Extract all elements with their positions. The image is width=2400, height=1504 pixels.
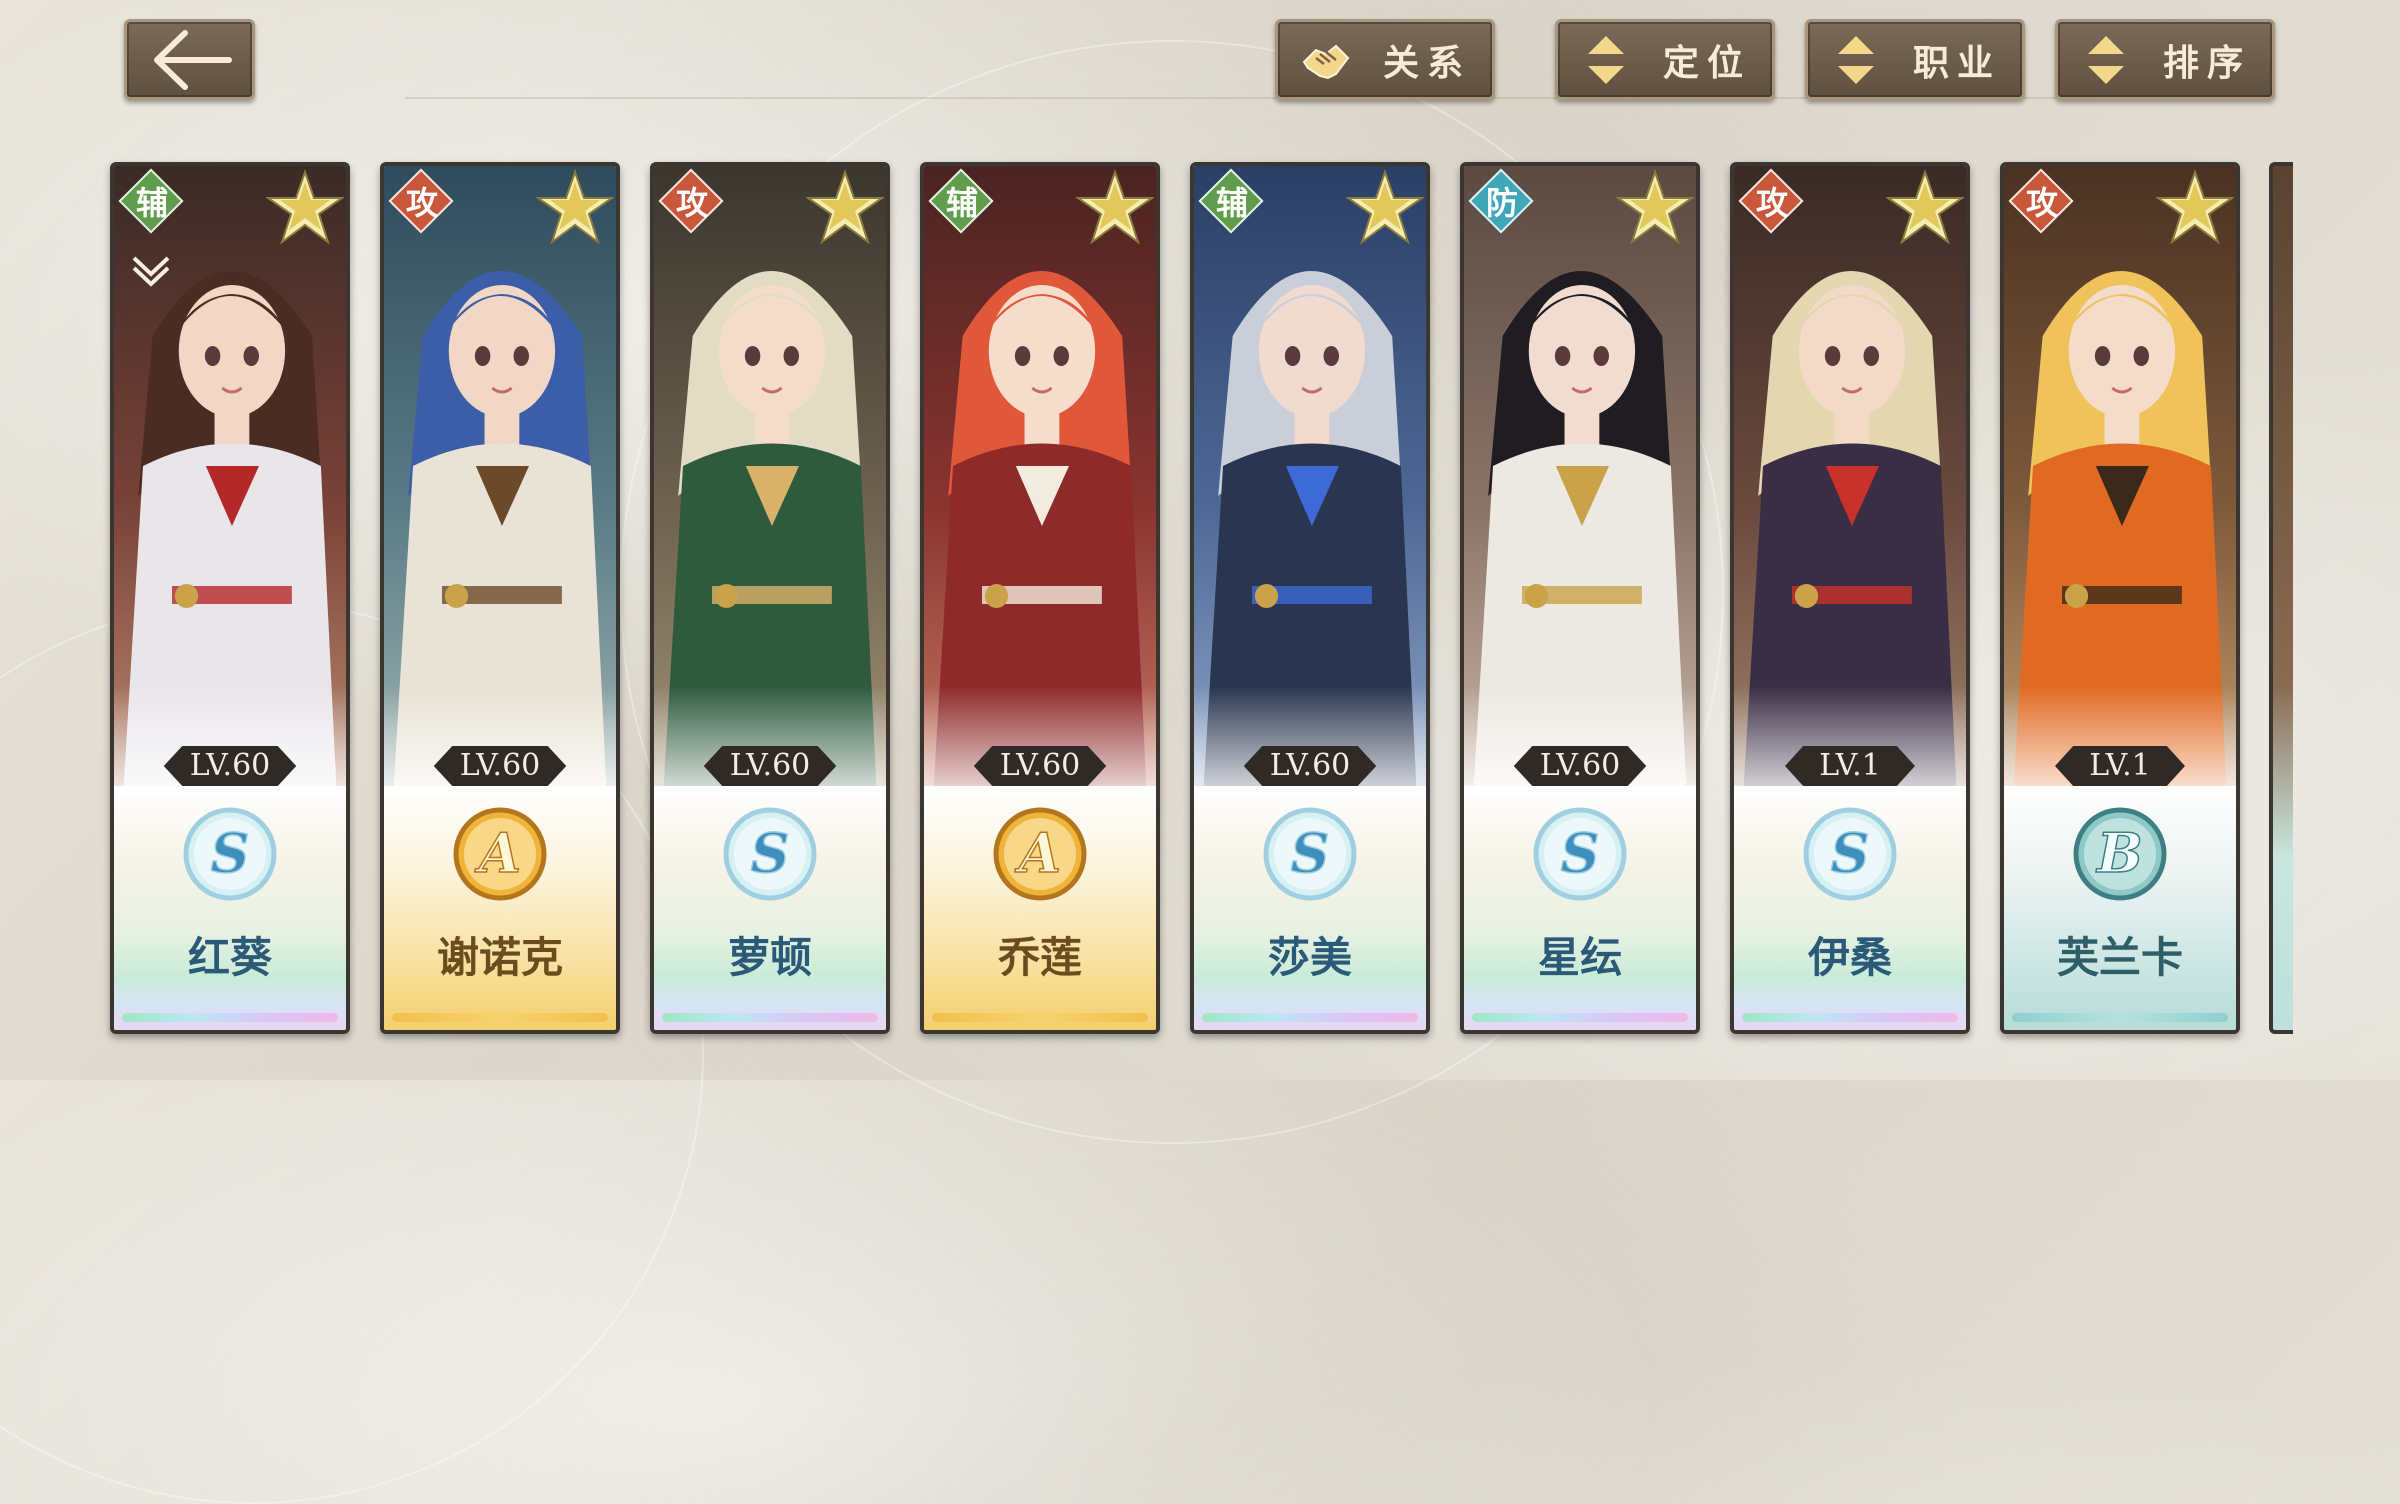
star-icon: [1074, 168, 1156, 246]
handshake-icon: [1296, 30, 1356, 90]
level-label: LV.60: [973, 746, 1107, 786]
svg-text:B: B: [2095, 821, 2143, 885]
level-label: LV.60: [163, 746, 297, 786]
star-icon: [264, 168, 346, 246]
rank-a-icon: A: [990, 804, 1090, 904]
svg-text:S: S: [1831, 821, 1870, 885]
star-icon: [804, 168, 886, 246]
back-arrow-icon: [153, 29, 232, 90]
star-icon: [534, 168, 616, 246]
character-card[interactable]: 攻 LV.60 A 谢诺克: [380, 162, 620, 1034]
card-rarity-bar: [662, 1013, 878, 1022]
level-label: LV.1: [1785, 746, 1915, 786]
rank-a-icon: A: [450, 804, 550, 904]
rank-s-icon: S: [720, 804, 820, 904]
svg-text:S: S: [751, 821, 790, 885]
star-icon: [1884, 168, 1966, 246]
position-filter-button[interactable]: 定位: [1555, 19, 1775, 100]
svg-text:S: S: [211, 821, 250, 885]
character-name: 星纭: [1537, 933, 1622, 982]
character-card[interactable]: 攻 LV.1 B 芙兰卡: [2000, 162, 2240, 1034]
role-label: 攻: [2025, 184, 2058, 222]
character-card[interactable]: 攻 LV.1 S 伊桑: [1730, 162, 1970, 1034]
sort-arrows-icon: [1826, 30, 1886, 90]
card-rarity-bar: [122, 1013, 338, 1022]
card-rarity-bar: [1202, 1013, 1418, 1022]
sort-button[interactable]: 排序: [2055, 19, 2275, 100]
role-label: 防: [1485, 184, 1518, 222]
character-card[interactable]: 攻 LV.60 S 萝顿: [650, 162, 890, 1034]
character-name: 谢诺克: [436, 933, 563, 982]
role-label: 辅: [945, 184, 978, 222]
character-card[interactable]: 辅 LV.60 A 乔莲: [920, 162, 1160, 1034]
svg-text:S: S: [1561, 821, 1600, 885]
class-filter-label: 职业: [1912, 41, 2001, 84]
character-name: 乔莲: [997, 933, 1082, 982]
character-card[interactable]: 辅 LV.60 S 莎美: [1190, 162, 1430, 1034]
card-rarity-bar: [2012, 1013, 2228, 1022]
card-rarity-bar: [392, 1013, 608, 1022]
star-icon: [1614, 168, 1696, 246]
rank-s-icon: S: [1260, 804, 1360, 904]
card-rarity-bar: [1472, 1013, 1688, 1022]
role-label: 辅: [1215, 184, 1248, 222]
sort-arrows-icon: [1576, 30, 1636, 90]
character-name: 莎美: [1267, 933, 1352, 982]
character-name: 伊桑: [1807, 933, 1892, 982]
class-filter-button[interactable]: 职业: [1805, 19, 2025, 100]
role-label: 攻: [675, 184, 708, 222]
level-label: LV.1: [2055, 746, 2185, 786]
rank-s-icon: S: [180, 804, 280, 904]
back-button[interactable]: [124, 19, 255, 100]
role-label: 攻: [405, 184, 438, 222]
relation-filter-button[interactable]: 关系: [1275, 19, 1495, 100]
rank-b-icon: B: [2070, 804, 2170, 904]
rank-s-icon: S: [1800, 804, 1900, 904]
level-label: LV.60: [703, 746, 837, 786]
character-card-partial[interactable]: [2269, 162, 2293, 1034]
card-rarity-bar: [932, 1013, 1148, 1022]
rank-s-icon: S: [1530, 804, 1630, 904]
svg-text:S: S: [1291, 821, 1330, 885]
character-name: 萝顿: [727, 933, 812, 982]
relation-filter-label: 关系: [1382, 41, 1471, 84]
star-icon: [2154, 168, 2236, 246]
character-name: 芙兰卡: [2056, 933, 2183, 982]
character-name: 红葵: [187, 933, 272, 982]
role-label: 辅: [135, 184, 168, 222]
sort-label: 排序: [2162, 41, 2251, 84]
card-rarity-bar: [1742, 1013, 1958, 1022]
character-card[interactable]: 防 LV.60 S 星纭: [1460, 162, 1700, 1034]
level-label: LV.60: [433, 746, 567, 786]
role-label: 攻: [1755, 184, 1788, 222]
star-icon: [1344, 168, 1426, 246]
locked-chevron-icon: [128, 244, 174, 290]
level-label: LV.60: [1243, 746, 1377, 786]
position-filter-label: 定位: [1662, 41, 1751, 84]
svg-text:A: A: [474, 821, 521, 885]
character-card[interactable]: 辅 LV.60 S 红葵: [110, 162, 350, 1034]
sort-arrows-icon: [2076, 30, 2136, 90]
svg-text:A: A: [1014, 821, 1061, 885]
level-label: LV.60: [1513, 746, 1647, 786]
